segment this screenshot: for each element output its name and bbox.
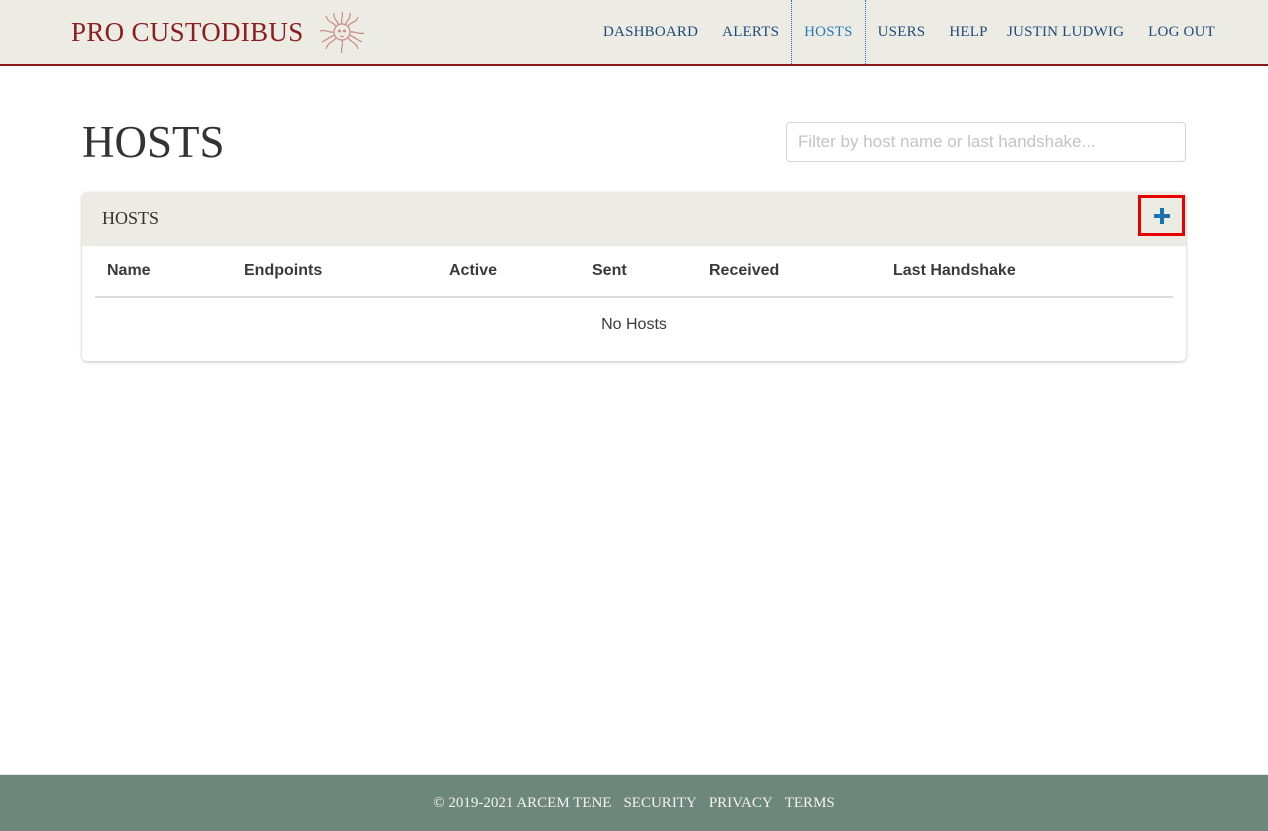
hosts-table-wrapper: Name Endpoints Active Sent Received Last… — [95, 246, 1173, 352]
filter-input[interactable] — [786, 122, 1186, 162]
column-header-received[interactable]: Received — [697, 246, 881, 298]
nav-users[interactable]: USERS — [866, 0, 938, 64]
nav-hosts[interactable]: HOSTS — [791, 0, 866, 64]
hosts-table: Name Endpoints Active Sent Received Last… — [95, 246, 1173, 352]
empty-row: No Hosts — [95, 297, 1173, 352]
panel-header: HOSTS — [82, 192, 1186, 246]
footer-link-security[interactable]: SECURITY — [623, 795, 696, 812]
table-header-row: Name Endpoints Active Sent Received Last… — [95, 246, 1173, 298]
footer-copyright: © 2019-2021 ARCEM TENE — [433, 794, 612, 811]
medusa-head-logo-icon — [319, 11, 364, 54]
column-header-active[interactable]: Active — [437, 246, 580, 298]
empty-message: No Hosts — [601, 316, 667, 333]
column-header-last-handshake[interactable]: Last Handshake — [881, 246, 1173, 298]
footer-link-terms[interactable]: TERMS — [785, 795, 835, 812]
top-navbar: PRO CUSTODIBUS DASHBOARD ALERTS HOSTS US… — [0, 0, 1268, 66]
footer-link-privacy[interactable]: PRIVACY — [709, 795, 773, 812]
main-nav: DASHBOARD ALERTS HOSTS USERS HELP — [591, 0, 1000, 64]
brand[interactable]: PRO CUSTODIBUS — [71, 11, 366, 54]
column-header-sent[interactable]: Sent — [580, 246, 697, 298]
nav-help[interactable]: HELP — [937, 0, 999, 64]
panel-title: HOSTS — [102, 208, 160, 228]
nav-user-profile[interactable]: JUSTIN LUDWIG — [995, 0, 1136, 64]
hosts-panel: HOSTS Name Endpoints Active Sent Receive… — [82, 192, 1186, 361]
nav-alerts[interactable]: ALERTS — [710, 0, 791, 64]
footer: © 2019-2021 ARCEM TENE SECURITY PRIVACY … — [0, 774, 1268, 831]
page-title: HOSTS — [82, 117, 225, 167]
plus-icon — [1153, 207, 1170, 224]
column-header-endpoints[interactable]: Endpoints — [232, 246, 437, 298]
column-header-name[interactable]: Name — [95, 246, 232, 298]
brand-name: PRO CUSTODIBUS — [71, 16, 304, 47]
nav-log-out[interactable]: LOG OUT — [1136, 0, 1227, 64]
nav-dashboard[interactable]: DASHBOARD — [591, 0, 710, 64]
user-nav: JUSTIN LUDWIG LOG OUT — [995, 0, 1227, 64]
add-host-button[interactable] — [1138, 195, 1185, 236]
